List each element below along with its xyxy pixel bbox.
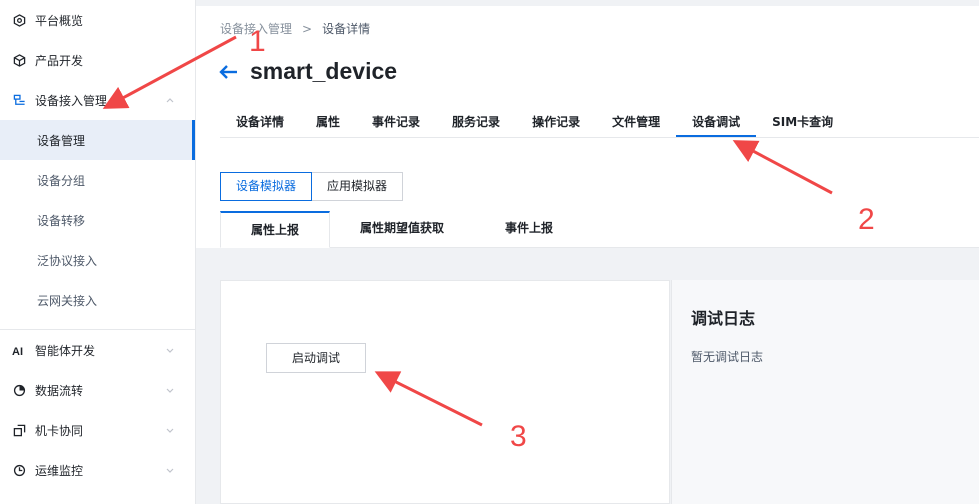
- tab-file-manage[interactable]: 文件管理: [596, 108, 676, 137]
- chevron-down-icon: [165, 464, 175, 474]
- tab-device-detail[interactable]: 设备详情: [220, 108, 300, 137]
- dataflow-icon: [12, 383, 26, 397]
- sidebar-item-product[interactable]: 产品开发: [0, 40, 195, 80]
- subtab-event-report[interactable]: 事件上报: [474, 211, 584, 247]
- subtab-property-report[interactable]: 属性上报: [220, 211, 330, 248]
- sidebar-item-label: 平台概览: [35, 13, 84, 28]
- sidebar: 平台概览 产品开发 设备接入管理 设备管理 设备分组 设备转移 泛协议接入 云网…: [0, 0, 196, 504]
- sidebar-item-label: 智能体开发: [35, 343, 96, 358]
- sidebar-subitem-device-group[interactable]: 设备分组: [0, 160, 195, 200]
- annotation-number-1: 1: [249, 25, 266, 58]
- breadcrumb-separator: >: [302, 21, 313, 36]
- top-strip: [196, 0, 979, 6]
- sidebar-item-label: 机卡协同: [35, 423, 84, 438]
- page-title: smart_device: [250, 58, 398, 84]
- device-simulator-button[interactable]: 设备模拟器: [220, 172, 313, 201]
- simulator-switch: 设备模拟器 应用模拟器: [220, 172, 404, 201]
- chevron-up-icon: [165, 94, 175, 104]
- tab-properties[interactable]: 属性: [300, 108, 356, 137]
- tab-device-debug[interactable]: 设备调试: [676, 108, 757, 137]
- sidebar-item-label: 设备接入管理: [35, 93, 108, 108]
- breadcrumb-current: 设备详情: [322, 22, 371, 36]
- device-tabs: 设备详情 属性 事件记录 服务记录 操作记录 文件管理 设备调试 SIM卡查询: [220, 108, 979, 138]
- tab-event-records[interactable]: 事件记录: [356, 108, 436, 137]
- sidebar-item-agent[interactable]: AI 智能体开发: [0, 330, 195, 370]
- title-row: smart_device: [218, 58, 397, 85]
- sidebar-item-label: 产品开发: [35, 53, 84, 68]
- debug-control-panel: [220, 280, 670, 504]
- main-content: 设备接入管理 > 设备详情 smart_device 设备详情 属性 事件记录 …: [196, 0, 979, 504]
- chevron-down-icon: [165, 384, 175, 394]
- debug-log-empty: 暂无调试日志: [691, 350, 764, 364]
- sidebar-item-device-access[interactable]: 设备接入管理: [0, 80, 195, 120]
- annotation-number-3: 3: [510, 420, 527, 453]
- sidebar-item-dataflow[interactable]: 数据流转: [0, 370, 195, 410]
- sidebar-subitem-cloud-gateway[interactable]: 云网关接入: [0, 280, 195, 320]
- device-access-icon: [12, 93, 26, 107]
- start-debug-button[interactable]: 启动调试: [266, 343, 366, 373]
- breadcrumb: 设备接入管理 > 设备详情: [220, 20, 370, 37]
- ai-icon: AI: [12, 343, 26, 357]
- debug-log-title: 调试日志: [691, 309, 756, 328]
- cube-icon: [12, 53, 26, 67]
- back-arrow-icon[interactable]: [218, 61, 240, 83]
- overview-icon: [12, 13, 26, 27]
- sidebar-subitem-device-transfer[interactable]: 设备转移: [0, 200, 195, 240]
- annotation-number-2: 2: [858, 203, 875, 236]
- monitor-icon: [12, 463, 26, 477]
- chevron-down-icon: [165, 344, 175, 354]
- sidebar-item-monitor[interactable]: 运维监控: [0, 450, 195, 490]
- card-sync-icon: [12, 423, 26, 437]
- tab-operation-records[interactable]: 操作记录: [516, 108, 596, 137]
- app-simulator-button[interactable]: 应用模拟器: [312, 172, 404, 201]
- subtab-desired-value[interactable]: 属性期望值获取: [330, 211, 474, 247]
- chevron-down-icon: [165, 424, 175, 434]
- tab-sim-query[interactable]: SIM卡查询: [756, 108, 849, 137]
- sidebar-item-label: 运维监控: [35, 463, 84, 478]
- sidebar-subitem-device-manage[interactable]: 设备管理: [0, 120, 195, 160]
- tab-service-records[interactable]: 服务记录: [436, 108, 516, 137]
- svg-text:AI: AI: [12, 346, 23, 357]
- sidebar-item-label: 数据流转: [35, 383, 84, 398]
- sidebar-item-overview[interactable]: 平台概览: [0, 0, 195, 40]
- sidebar-item-card-sync[interactable]: 机卡协同: [0, 410, 195, 450]
- sidebar-subitem-protocol-access[interactable]: 泛协议接入: [0, 240, 195, 280]
